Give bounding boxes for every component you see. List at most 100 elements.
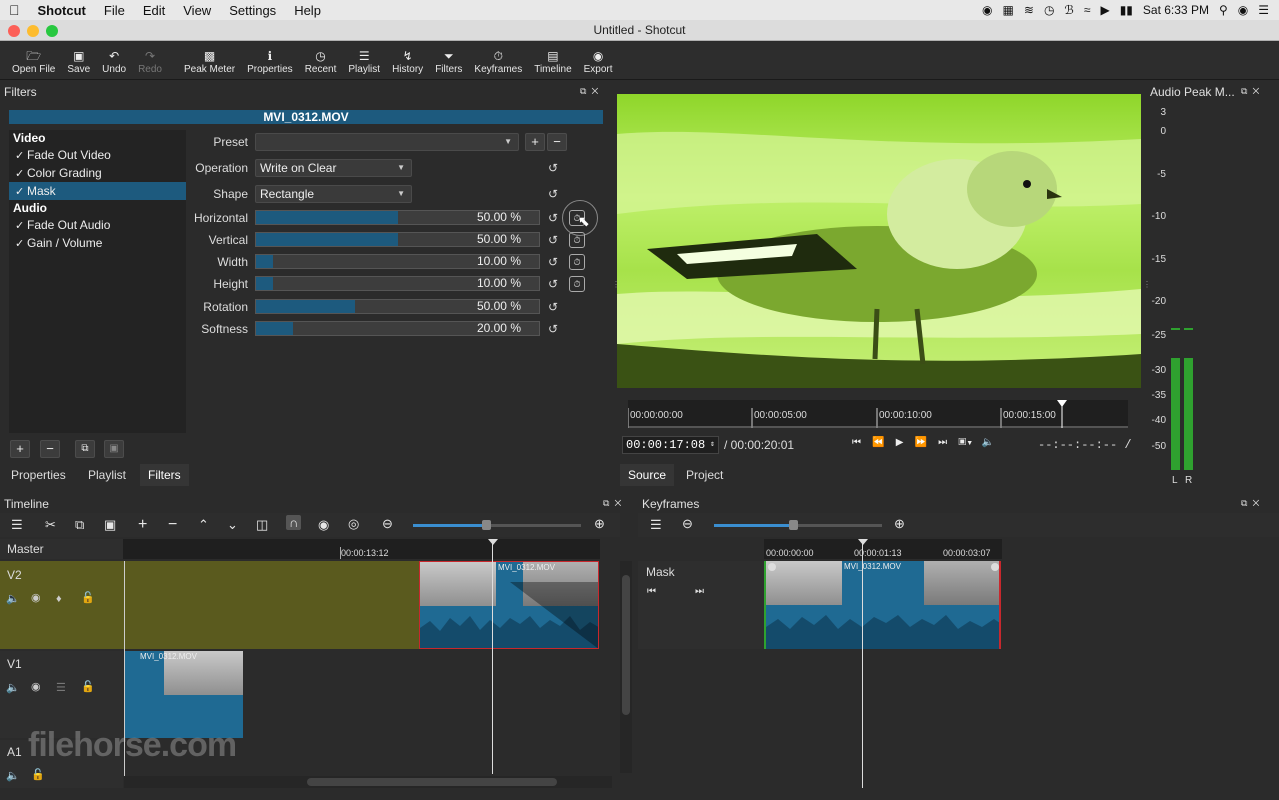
snap-magnet-icon[interactable]: ∩ <box>286 515 302 530</box>
reset-icon[interactable]: ↺ <box>545 321 561 337</box>
ripple-icon[interactable]: ◎ <box>348 516 359 532</box>
menu-file[interactable]: File <box>95 3 134 18</box>
zoom-in-icon[interactable]: ⊕ <box>594 516 605 532</box>
shape-combo[interactable]: Rectangle ▼ <box>255 185 412 203</box>
chevron-down-icon[interactable]: ▼ <box>966 440 973 447</box>
keyframe-marker[interactable] <box>991 563 999 571</box>
width-slider[interactable]: 10.00 % <box>255 254 540 269</box>
paste-filters-button[interactable]: ▣ <box>104 440 124 458</box>
keyframe-stopwatch-icon[interactable]: ⏱ <box>569 232 585 248</box>
volume-icon[interactable]: 🔈 <box>982 437 994 448</box>
current-time-field[interactable]: 00:00:17:08 ⇕ <box>622 436 719 454</box>
reset-icon[interactable]: ↺ <box>545 210 561 226</box>
check-icon[interactable]: ✓ <box>15 147 27 165</box>
reset-icon[interactable]: ↺ <box>545 276 561 292</box>
mute-icon[interactable]: 🔈 <box>6 681 20 694</box>
check-icon[interactable]: ✓ <box>15 183 27 201</box>
split-icon[interactable]: ◫ <box>256 517 268 533</box>
scrollbar-thumb[interactable] <box>307 778 557 786</box>
fast-forward-icon[interactable]: ⏩ <box>915 437 927 448</box>
mute-icon[interactable]: 🔈 <box>6 769 20 782</box>
composite-icon[interactable]: ♦ <box>56 593 62 605</box>
rss-icon[interactable]: ≋ <box>1024 3 1034 17</box>
record-icon[interactable]: ◉ <box>982 3 992 17</box>
reset-icon[interactable]: ↺ <box>545 232 561 248</box>
zoom-in-icon[interactable]: ⊕ <box>894 516 905 532</box>
apple-icon[interactable]:  <box>0 2 29 18</box>
scrollbar-thumb[interactable] <box>622 575 630 715</box>
softness-slider[interactable]: 20.00 % <box>255 321 540 336</box>
export-button[interactable]: ◉ Export <box>578 48 619 79</box>
timeline-v-scrollbar[interactable] <box>620 561 632 773</box>
remove-icon[interactable]: − <box>168 516 177 534</box>
remove-preset-button[interactable]: − <box>547 133 567 151</box>
filter-item-mask[interactable]: ✓ Mask <box>9 182 186 200</box>
video-preview[interactable] <box>617 94 1141 388</box>
spotlight-icon[interactable]: ⚲ <box>1219 3 1228 17</box>
v2-track-area[interactable] <box>123 561 419 649</box>
keyframes-playhead[interactable] <box>862 539 863 788</box>
splitter-handle[interactable]: ⋮ <box>1143 280 1151 289</box>
open-file-button[interactable]: 🗁 Open File <box>6 48 61 79</box>
filter-item-color-grading[interactable]: ✓ Color Grading <box>9 164 186 182</box>
menu-view[interactable]: View <box>174 3 220 18</box>
properties-button[interactable]: ℹ Properties <box>241 48 299 79</box>
app-status-icon[interactable]: ▦ <box>1003 3 1014 17</box>
timeline-h-scrollbar[interactable] <box>124 776 612 788</box>
playhead-marker[interactable] <box>488 539 498 545</box>
playlist-button[interactable]: ☰ Playlist <box>342 48 386 79</box>
filter-item-gain-volume[interactable]: ✓ Gain / Volume <box>9 234 186 252</box>
time-machine-icon[interactable]: ◷ <box>1044 3 1054 17</box>
close-icon[interactable]: ✕ <box>591 86 598 96</box>
timeline-playhead[interactable] <box>492 539 493 774</box>
tab-source[interactable]: Source <box>620 464 675 486</box>
rotation-slider[interactable]: 50.00 % <box>255 299 540 314</box>
eye-icon[interactable]: ◉ <box>31 591 41 604</box>
clock[interactable]: Sat 6:33 PM <box>1143 3 1209 17</box>
zoom-out-icon[interactable]: ⊖ <box>682 516 693 532</box>
minimize-window-button[interactable] <box>27 25 39 37</box>
timeline-clip-v2[interactable]: MVI_0312.MOV <box>419 561 599 649</box>
float-icon[interactable]: ⧉ <box>1241 498 1247 508</box>
filter-item-fade-out-video[interactable]: ✓ Fade Out Video <box>9 146 186 164</box>
splitter-handle[interactable]: ⋮ <box>612 280 620 289</box>
add-preset-button[interactable]: + <box>525 133 545 151</box>
reset-icon[interactable]: ↺ <box>545 299 561 315</box>
mute-icon[interactable]: 🔈 <box>6 592 20 605</box>
time-stepper-icon[interactable]: ⇕ <box>710 437 715 453</box>
keyframe-stopwatch-icon[interactable]: ⏱ <box>569 254 585 270</box>
remove-filter-button[interactable]: − <box>40 440 60 458</box>
horizontal-slider[interactable]: 50.00 % <box>255 210 540 225</box>
history-button[interactable]: ↯ History <box>386 48 429 79</box>
next-keyframe-icon[interactable]: ⏭ <box>695 586 704 597</box>
menu-edit[interactable]: Edit <box>134 3 174 18</box>
check-icon[interactable]: ✓ <box>15 235 27 253</box>
track-header-v1[interactable]: V1 🔈 ◉ ☰ 🔓 <box>0 651 123 738</box>
slider-handle[interactable] <box>789 520 798 530</box>
eye-icon[interactable]: ◉ <box>31 680 41 693</box>
menu-icon[interactable]: ☰ <box>11 517 23 533</box>
copy-filters-button[interactable]: ⧉ <box>75 440 95 458</box>
player-ruler[interactable]: 00:00:00:00 00:00:05:00 00:00:10:00 00:0… <box>628 400 1128 428</box>
track-header-v2[interactable]: V2 🔈 ◉ ♦ 🔓 <box>0 561 123 649</box>
close-icon[interactable]: ✕ <box>1252 498 1259 508</box>
undo-button[interactable]: ↶ Undo <box>96 48 132 79</box>
save-button[interactable]: ▣ Save <box>61 48 96 79</box>
timeline-ruler[interactable]: 00:00:13:12 <box>123 539 600 559</box>
close-icon[interactable]: ✕ <box>1252 86 1259 96</box>
tab-filters[interactable]: Filters <box>140 464 189 486</box>
lift-icon[interactable]: ⌃ <box>198 517 209 533</box>
overwrite-icon[interactable]: ⌄ <box>227 517 238 533</box>
check-icon[interactable]: ✓ <box>15 165 27 183</box>
add-filter-button[interactable]: + <box>10 440 30 458</box>
keyframe-stopwatch-icon[interactable]: ⏱ <box>569 276 585 292</box>
playhead-marker[interactable] <box>858 539 868 545</box>
zoom-out-icon[interactable]: ⊖ <box>382 516 393 532</box>
height-slider[interactable]: 10.00 % <box>255 276 540 291</box>
reset-icon[interactable]: ↺ <box>545 186 561 202</box>
close-window-button[interactable] <box>8 25 20 37</box>
vertical-slider[interactable]: 50.00 % <box>255 232 540 247</box>
volume-icon[interactable]: ▶ <box>1100 3 1109 17</box>
lock-icon[interactable]: 🔓 <box>81 591 95 604</box>
timeline-zoom-slider[interactable] <box>413 520 581 530</box>
